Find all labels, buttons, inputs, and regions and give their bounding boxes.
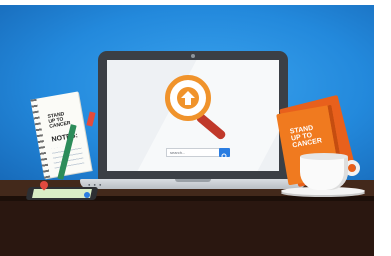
desk-front bbox=[0, 196, 374, 256]
upload-arrow-icon bbox=[177, 87, 199, 109]
frame-right bbox=[374, 0, 391, 256]
coffee-cup-rim bbox=[300, 153, 348, 160]
notepad-logo-line3: CANCER bbox=[48, 120, 72, 130]
coffee-cup bbox=[300, 157, 348, 190]
laptop-base-notch bbox=[175, 179, 211, 182]
illustration-scene: STAND UP TO CANCER NOTES: search... ● ● … bbox=[0, 0, 391, 256]
map-dot-icon bbox=[84, 192, 90, 198]
upload-arrow-magnifier-icon bbox=[165, 75, 211, 121]
search-button[interactable] bbox=[219, 148, 230, 160]
search-icon bbox=[221, 153, 228, 160]
notepad-logo: STAND UP TO CANCER bbox=[47, 111, 72, 130]
laptop-camera bbox=[191, 54, 195, 58]
phone-map bbox=[32, 189, 92, 198]
